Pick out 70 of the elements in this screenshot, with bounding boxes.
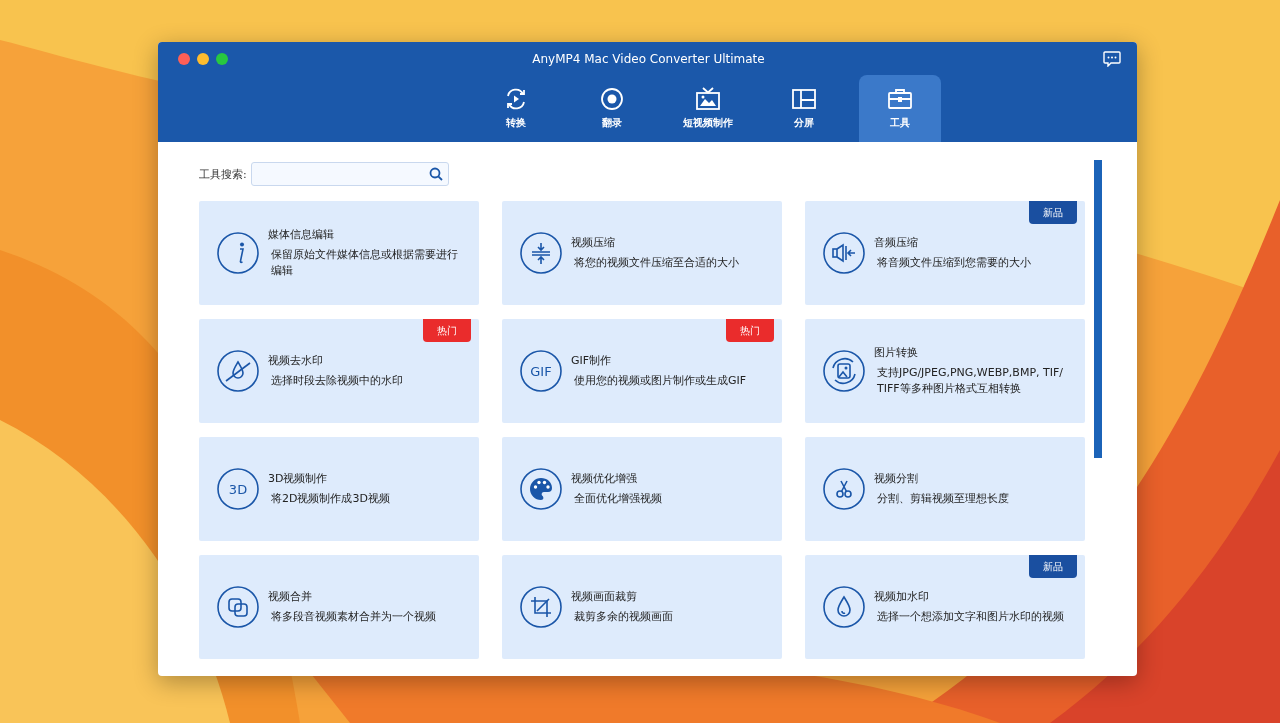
tag-badge: 新品 [1029,201,1077,224]
tag-badge: 热门 [423,319,471,342]
tag-badge: 新品 [1029,555,1077,578]
tag-badge: 热门 [726,319,774,342]
tool-title: 视频合并 [268,589,313,604]
split-screen-icon [791,87,817,111]
tool-card[interactable]: 3D 3D视频制作 将2D视频制作成3D视频 [199,437,479,541]
scrollbar[interactable] [1094,160,1102,458]
tool-title: 视频分割 [874,471,919,486]
info-icon [217,232,259,274]
tool-card[interactable]: 图片转换 支持JPG/JPEG,PNG,WEBP,BMP, TIF/ TIFF等多种图片格式互相转换 [805,319,1085,423]
tool-card[interactable]: 媒体信息编辑 保留原始文件媒体信息或根据需要进行编辑 [199,201,479,305]
toolbar-tab[interactable]: 分屏 [763,75,845,142]
search-field[interactable] [250,162,449,186]
tool-card[interactable]: GIF 热门 GIF制作 使用您的视频或图片制作或生成GIF [502,319,782,423]
tool-title: 视频压缩 [571,235,616,250]
tool-description: 将您的视频文件压缩至合适的大小 [573,255,739,271]
tool-description: 选择一个想添加文字和图片水印的视频 [876,609,1064,625]
tool-title: 媒体信息编辑 [268,227,335,242]
search-icon[interactable] [428,167,443,181]
toolbox-icon [887,87,913,111]
tool-description: 使用您的视频或图片制作或生成GIF [573,373,747,389]
toolbar-tab[interactable]: 工具 [859,75,941,142]
tool-description: 选择时段去除视频中的水印 [270,373,403,389]
image-convert-icon [823,350,865,392]
toolbar-tab[interactable]: 翻录 [571,75,653,142]
close-button[interactable] [178,52,190,65]
tool-title: GIF制作 [571,353,613,368]
drop-icon [823,586,865,628]
disc-icon [599,87,625,111]
toolbar-tab[interactable]: 短视频制作 [667,75,749,142]
crossed-drop-icon [217,350,259,392]
tool-title: 音频压缩 [874,235,919,250]
tool-description: 将2D视频制作成3D视频 [270,491,390,507]
speaker-compress-icon [823,232,865,274]
tool-description: 将音频文件压缩到您需要的大小 [876,255,1031,271]
scissors-icon [823,468,865,510]
tool-card[interactable]: 视频压缩 将您的视频文件压缩至合适的大小 [502,201,782,305]
crop-icon [520,586,562,628]
tool-description: 裁剪多余的视频画面 [573,609,673,625]
tool-card[interactable]: 视频优化增强 全面优化增强视频 [502,437,782,541]
tool-card[interactable]: 视频画面裁剪 裁剪多余的视频画面 [502,555,782,659]
tool-card[interactable]: 视频合并 将多段音视频素材合并为一个视频 [199,555,479,659]
tool-title: 视频加水印 [874,589,930,604]
tool-description: 保留原始文件媒体信息或根据需要进行编辑 [270,247,459,279]
toolbar-tab[interactable]: 转换 [475,75,557,142]
zoom-button[interactable] [216,52,228,65]
search-label: 工具搜索: [199,166,247,182]
tool-title: 3D视频制作 [268,471,329,486]
tool-card[interactable]: 视频分割 分割、剪辑视频至理想长度 [805,437,1085,541]
tool-description: 将多段音视频素材合并为一个视频 [270,609,436,625]
minimize-button[interactable] [197,52,209,65]
tool-description: 全面优化增强视频 [573,491,662,507]
tool-card[interactable]: 热门 视频去水印 选择时段去除视频中的水印 [199,319,479,423]
tool-title: 图片转换 [874,345,919,360]
tool-description: 分割、剪辑视频至理想长度 [876,491,1009,507]
tool-title: 视频画面裁剪 [571,589,638,604]
window-title: AnyMP4 Mac Video Converter Ultimate [531,51,766,66]
chat-icon[interactable] [1103,50,1121,67]
tv-picture-icon [695,87,721,111]
tool-title: 视频优化增强 [571,471,638,486]
tool-card[interactable]: 新品 视频加水印 选择一个想添加文字和图片水印的视频 [805,555,1085,659]
compress-icon [520,232,562,274]
3d-icon: 3D [217,468,259,510]
tool-title: 视频去水印 [268,353,324,368]
gif-icon: GIF [520,350,562,392]
tool-description: 支持JPG/JPEG,PNG,WEBP,BMP, TIF/ TIFF等多种图片格式互相转换 [876,365,1064,397]
overlapping-squares-icon [217,586,259,628]
palette-icon [520,468,562,510]
tool-card[interactable]: 新品 音频压缩 将音频文件压缩到您需要的大小 [805,201,1085,305]
